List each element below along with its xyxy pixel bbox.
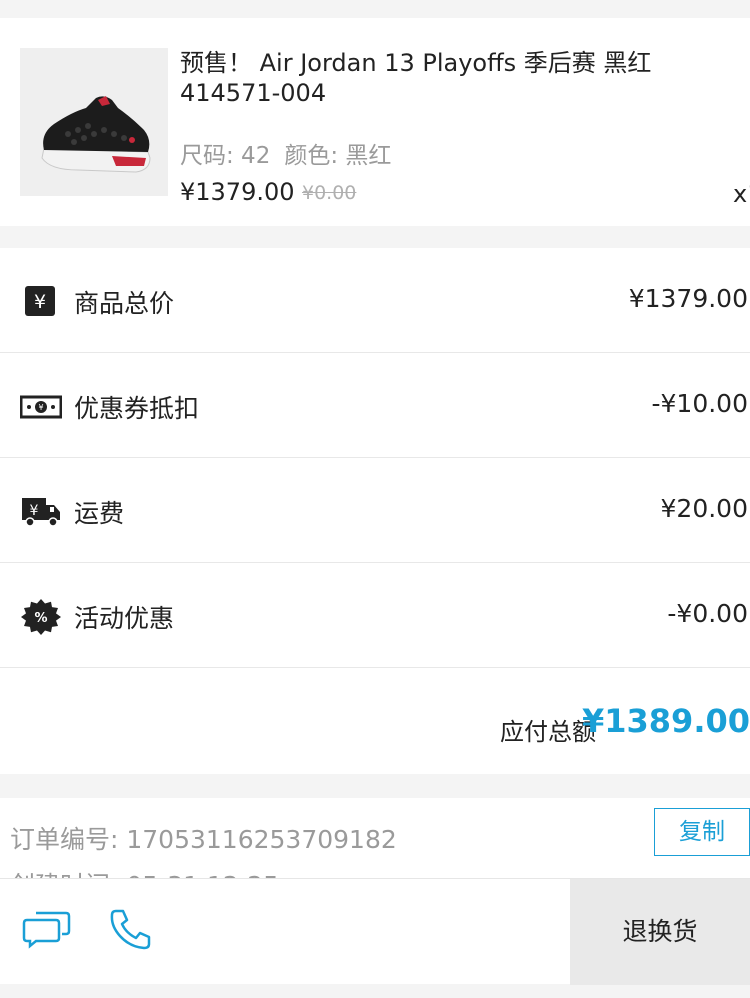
return-exchange-button[interactable]: 退换货 xyxy=(570,879,750,985)
summary-label: 优惠券抵扣 xyxy=(74,394,200,423)
product-color: 颜色: 黑红 xyxy=(284,143,392,169)
product-spec: 尺码: 42 颜色: 黑红 xyxy=(180,136,391,170)
chat-icon[interactable] xyxy=(22,909,72,949)
copy-button[interactable]: 复制 xyxy=(654,808,750,856)
product-title: 预售！ Air Jordan 13 Playoffs 季后赛 黑红 414571… xyxy=(180,49,652,107)
yen-icon: ¥ xyxy=(20,284,62,320)
summary-value: ¥1379.00 xyxy=(628,284,748,313)
summary-row-shipping: ¥ 运费 ¥20.00 xyxy=(0,458,750,563)
order-info: 订单编号: 17053116253709182 创建时间: 05-31 12:2… xyxy=(0,798,750,888)
summary-row-coupon: ¥ 优惠券抵扣 -¥10.00 xyxy=(0,353,750,458)
svg-text:¥: ¥ xyxy=(38,403,43,412)
summary-value: -¥0.00 xyxy=(667,599,748,628)
svg-text:%: % xyxy=(34,611,47,626)
delivery-truck-icon: ¥ xyxy=(20,494,62,530)
total-amount: ¥1389.00 xyxy=(581,702,750,740)
sneaker-image[interactable] xyxy=(20,48,168,196)
svg-text:¥: ¥ xyxy=(30,503,39,519)
summary-value: -¥10.00 xyxy=(651,389,749,418)
summary-label: 运费 xyxy=(74,499,125,528)
order-number: 订单编号: 17053116253709182 xyxy=(10,825,397,854)
product-quantity: x1 xyxy=(733,180,750,208)
summary-row-goods-total: ¥ 商品总价 ¥1379.00 xyxy=(0,248,750,353)
price-summary: ¥ 商品总价 ¥1379.00 ¥ 优惠券抵扣 -¥10.00 ¥ 运费 ¥20… xyxy=(0,248,750,774)
product-size: 尺码: 42 xyxy=(180,143,271,169)
product-price: ¥1379.00 xyxy=(180,178,295,206)
discount-badge-icon: % xyxy=(20,599,62,635)
summary-label: 商品总价 xyxy=(74,289,175,318)
total-row: 应付总额 ¥1389.00 xyxy=(0,670,750,774)
phone-icon[interactable] xyxy=(108,907,154,951)
bottom-action-bar: 退换货 xyxy=(0,878,750,985)
coupon-icon: ¥ xyxy=(19,389,63,425)
summary-label: 活动优惠 xyxy=(74,604,175,633)
product-original-price: ¥0.00 xyxy=(302,182,357,204)
order-detail-page: 预售！ Air Jordan 13 Playoffs 季后赛 黑红 414571… xyxy=(0,0,750,998)
svg-text:¥: ¥ xyxy=(34,291,46,313)
product-card[interactable]: 预售！ Air Jordan 13 Playoffs 季后赛 黑红 414571… xyxy=(0,18,750,226)
summary-row-promotion: % 活动优惠 -¥0.00 xyxy=(0,563,750,668)
summary-value: ¥20.00 xyxy=(660,494,748,523)
